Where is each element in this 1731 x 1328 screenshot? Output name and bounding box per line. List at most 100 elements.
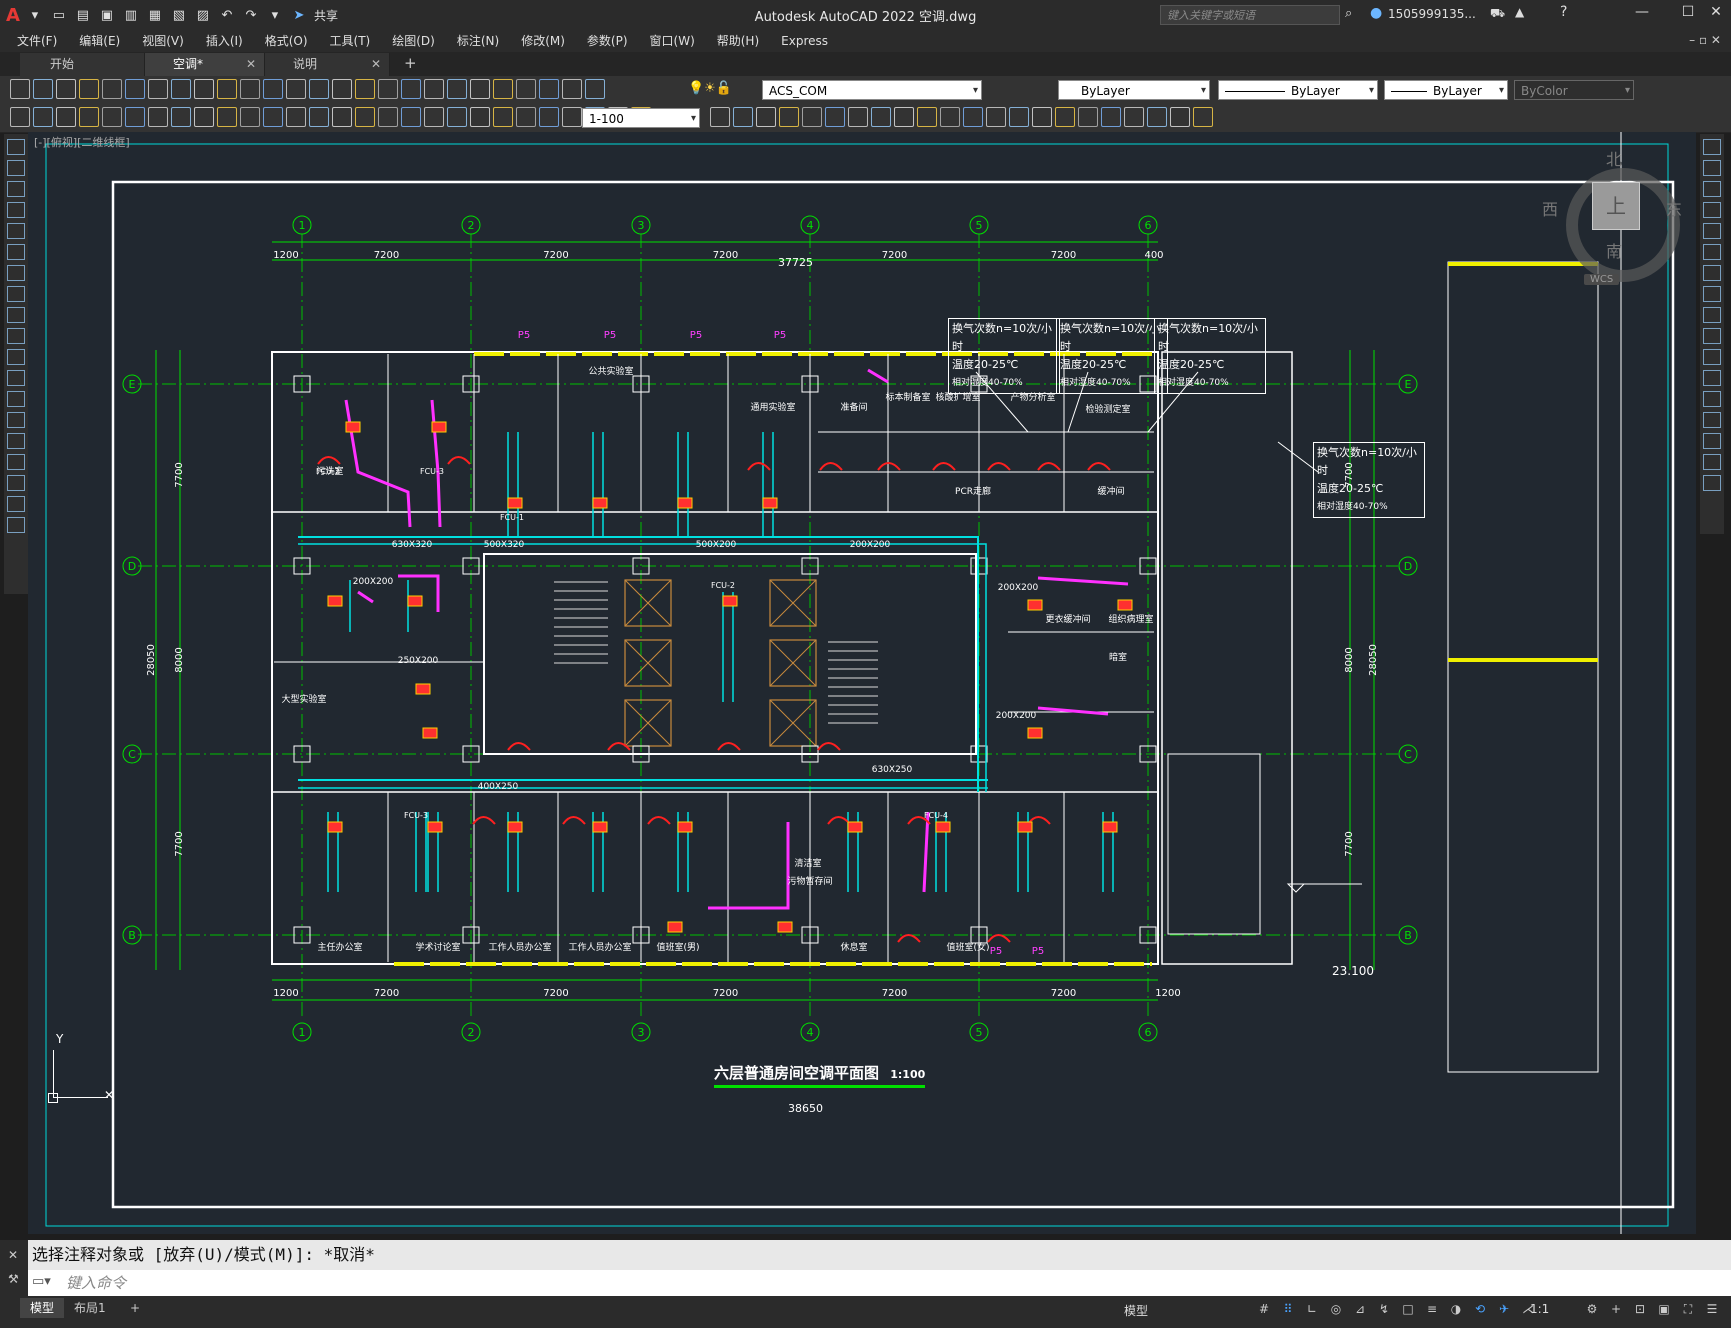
construction-line-icon[interactable] [7,160,25,176]
autocad-logo-icon[interactable]: A [6,5,20,26]
layer-state-icons[interactable]: 💡☀🔓 [688,81,732,96]
save-icon[interactable]: ▣ [98,6,116,24]
plot-icon[interactable]: ▨ [194,6,212,24]
plus-icon[interactable]: + [1607,1300,1625,1318]
copy-icon[interactable] [1703,160,1721,176]
center-mark-icon[interactable] [332,107,352,127]
point-icon[interactable] [7,412,25,428]
explode-icon[interactable] [1703,454,1721,470]
drawing-canvas[interactable]: 1 1 2 2 3 3 4 4 5 5 6 6 E E D D C C B B 7200 7200 7200 7200 720… [28,132,1696,1234]
dim-radius-icon[interactable] [102,107,122,127]
hatch-icon[interactable] [7,433,25,449]
viewcube-top-face[interactable]: 上 [1592,182,1640,230]
dim-diameter-icon[interactable] [148,107,168,127]
osnap-icon[interactable]: □ [1399,1300,1417,1318]
continue-icon[interactable] [240,107,260,127]
close-icon[interactable]: ✕ [371,53,381,76]
menu-tools[interactable]: 工具(T) [319,30,382,52]
layer-prev-icon[interactable] [802,107,822,127]
print-icon[interactable] [79,79,99,99]
tool-palette-icon[interactable] [424,79,444,99]
dim-arc-icon[interactable] [516,107,536,127]
sheet-set-icon[interactable] [447,79,467,99]
grid-icon[interactable]: # [1255,1300,1273,1318]
attribute-icon[interactable] [779,107,799,127]
zoom-icon[interactable] [309,79,329,99]
revcloud-icon[interactable] [7,286,25,302]
calc-icon[interactable] [493,79,513,99]
layer-combo[interactable]: ACS_COM ▾ [762,80,982,100]
circle-icon[interactable] [7,265,25,281]
trim-icon[interactable] [1703,328,1721,344]
erase-icon[interactable] [1703,139,1721,155]
autodesk-app-icon[interactable]: ▲ [1515,5,1524,19]
hardware-accel-icon[interactable]: ▣ [1655,1300,1673,1318]
insert-icon[interactable] [733,107,753,127]
gradient-icon[interactable] [7,454,25,470]
help-icon[interactable] [516,79,536,99]
fillet-icon[interactable] [1703,433,1721,449]
xref-icon[interactable] [894,107,914,127]
dim-linear-icon[interactable] [10,107,30,127]
insert-icon[interactable] [1147,107,1167,127]
save-web-icon[interactable]: ▧ [170,6,188,24]
polygon-icon[interactable] [7,202,25,218]
open-icon[interactable]: ▤ [74,6,92,24]
isolate-icon[interactable]: ⊡ [1631,1300,1649,1318]
jog-line-icon[interactable] [378,107,398,127]
make-block-icon[interactable] [7,391,25,407]
ortho-icon[interactable]: ∟ [1303,1300,1321,1318]
dim-text-edit-icon[interactable] [424,107,444,127]
new-icon[interactable]: ▭ [50,6,68,24]
polyline-icon[interactable] [7,181,25,197]
dim-edit-icon[interactable] [401,107,421,127]
command-input[interactable]: 键入命令 [28,1270,1731,1296]
layer-icon[interactable] [539,79,559,99]
menu-edit[interactable]: 编辑(E) [68,30,131,52]
add-layout-button[interactable]: + [120,1298,150,1318]
search-icon[interactable]: ⌕ [1345,6,1352,21]
break-icon[interactable] [1703,370,1721,386]
layer-prev-icon[interactable] [940,107,960,127]
dim-break-icon[interactable] [286,107,306,127]
dim-space-icon[interactable] [263,107,283,127]
layout-tab-model[interactable]: 模型 [20,1298,65,1318]
menu-parametric[interactable]: 参数(P) [576,30,639,52]
insert-icon[interactable] [1009,107,1029,127]
dim-ordinate-icon[interactable] [79,107,99,127]
dim-aligned-icon[interactable] [493,107,513,127]
compass-north[interactable]: 北 [1606,146,1622,170]
menu-help[interactable]: 帮助(H) [706,30,770,52]
lineweight-icon[interactable]: ≡ [1423,1300,1441,1318]
osnap-track-icon[interactable]: ↯ [1375,1300,1393,1318]
zoom-window-icon[interactable] [332,79,352,99]
new-tab-button[interactable]: + [404,54,417,72]
lineweight-combo[interactable]: ByLayer ▾ [1384,80,1508,100]
join-icon[interactable] [1703,391,1721,407]
help-icon[interactable]: ? [1560,4,1567,20]
menu-modify[interactable]: 修改(M) [510,30,576,52]
compass-east[interactable]: 东 [1666,196,1682,220]
menu-insert[interactable]: 插入(I) [195,30,254,52]
rectangle-icon[interactable] [7,223,25,239]
app-menu-chevron-icon[interactable]: ▾ [26,6,44,24]
clean-screen-icon[interactable]: ⛶ [1679,1300,1697,1318]
transparency-icon[interactable]: ◑ [1447,1300,1465,1318]
model-space-label[interactable]: 模型 [1124,1302,1148,1319]
markup-icon[interactable] [470,79,490,99]
linetype-combo[interactable]: ByLayer ▾ [1218,80,1378,100]
undo-icon[interactable] [240,79,260,99]
new-icon[interactable] [562,79,582,99]
workspace-gear-icon[interactable]: ⚙ [1583,1300,1601,1318]
attribute-icon[interactable] [1193,107,1213,127]
redo-icon[interactable]: ↷ [242,6,260,24]
close-button[interactable]: ✕ [1704,4,1728,26]
saveas-icon[interactable]: ▥ [122,6,140,24]
move-icon[interactable] [1703,244,1721,260]
plotstyle-combo[interactable]: ByColor ▾ [1514,80,1634,100]
customize-icon[interactable]: ☰ [1703,1300,1721,1318]
block-icon[interactable] [986,107,1006,127]
rotate-icon[interactable] [1703,265,1721,281]
tab-aircon[interactable]: 空调* ✕ [145,53,265,76]
dimension-scale-combo[interactable]: 1-100 ▾ [582,108,700,128]
